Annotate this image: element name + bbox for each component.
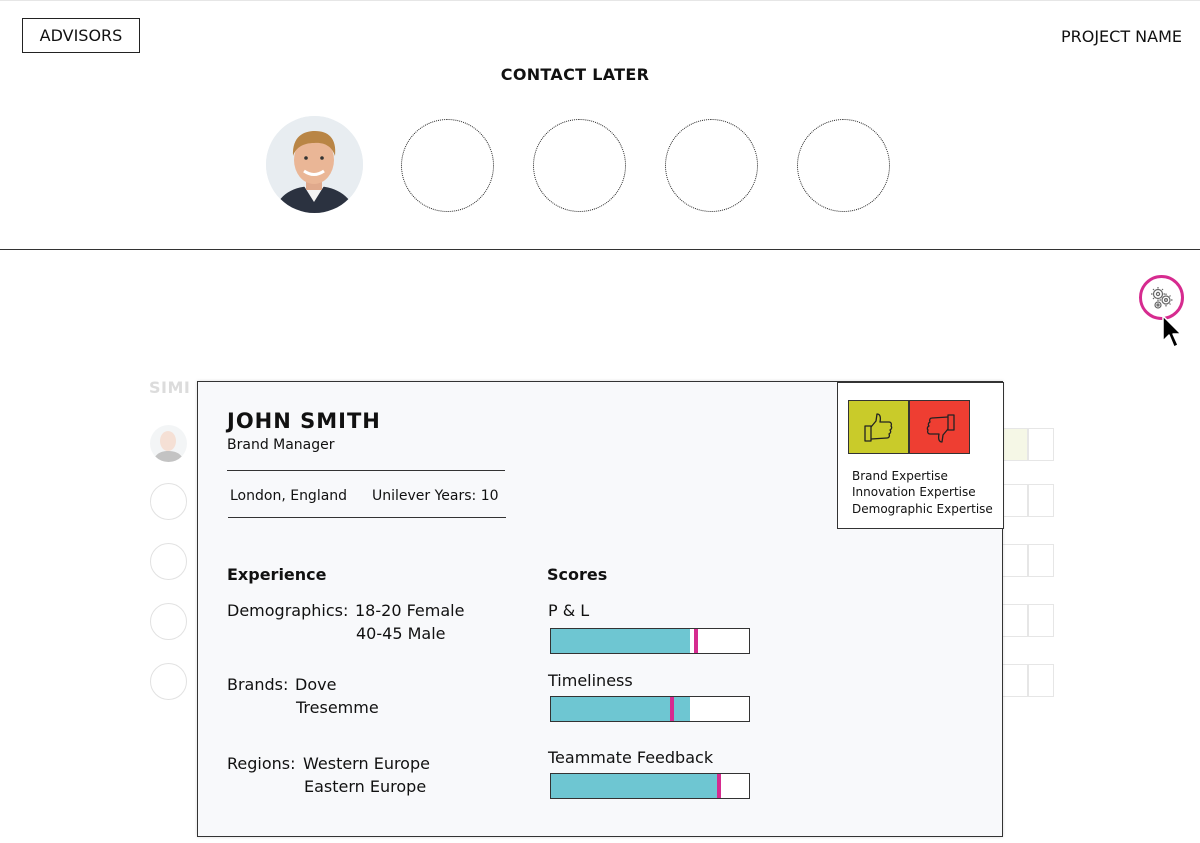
advisor-company-years: Unilever Years: 10	[372, 488, 499, 504]
background-list-cell	[1002, 428, 1028, 461]
background-list-cell	[1002, 544, 1028, 577]
empty-contact-slot[interactable]	[533, 119, 626, 212]
avatar-photo	[266, 116, 363, 213]
advisor-title: Brand Manager	[227, 437, 335, 453]
advisor-name: JOHN SMITH	[227, 409, 381, 433]
empty-contact-slot[interactable]	[797, 119, 890, 212]
score-label: P & L	[548, 601, 590, 620]
contact-later-heading: CONTACT LATER	[500, 65, 650, 84]
background-list-avatar	[150, 425, 187, 462]
score-bar-marker	[669, 697, 674, 721]
background-list-cell	[1002, 484, 1028, 517]
score-bar-fill	[551, 774, 720, 798]
regions-label: Regions:	[227, 754, 296, 773]
score-label: Teammate Feedback	[548, 748, 714, 767]
experience-heading: Experience	[227, 565, 327, 584]
expertise-item: Brand Expertise	[852, 469, 948, 483]
project-name: PROJECT NAME	[1060, 27, 1182, 46]
regions-value: Western Europe	[303, 754, 430, 773]
demographics-value: 40-45 Male	[356, 624, 446, 643]
vote-panel: Brand Expertise Innovation Expertise Dem…	[837, 382, 1004, 529]
demographics-label: Demographics:	[227, 601, 349, 620]
background-list-cell	[1028, 484, 1054, 517]
info-divider-bottom	[228, 517, 506, 518]
expertise-item: Demographic Expertise	[852, 502, 993, 516]
demographics-value: 18-20 Female	[355, 601, 465, 620]
brands-label: Brands:	[227, 675, 289, 694]
score-bar-fill	[551, 629, 690, 653]
score-bar-marker	[717, 774, 722, 798]
info-divider-top	[227, 470, 505, 471]
section-divider	[0, 249, 1200, 250]
score-bar	[550, 773, 750, 799]
score-label: Timeliness	[548, 671, 633, 690]
score-bar	[550, 696, 750, 722]
score-bar	[550, 628, 750, 654]
advisors-button[interactable]: ADVISORS	[22, 18, 140, 53]
regions-value: Eastern Europe	[304, 777, 427, 796]
scores-heading: Scores	[547, 565, 608, 584]
top-border	[0, 0, 1200, 1]
background-list-cell	[1002, 604, 1028, 637]
background-list-circle	[150, 543, 187, 580]
thumbs-down-button[interactable]	[909, 400, 970, 454]
thumbs-up-icon	[864, 413, 893, 442]
advisor-location: London, England	[230, 488, 348, 504]
background-list-cell	[1028, 664, 1054, 697]
empty-contact-slot[interactable]	[665, 119, 758, 212]
background-list-circle	[150, 663, 187, 700]
brands-value: Tresemme	[296, 698, 379, 717]
background-list-circle	[150, 483, 187, 520]
background-list-circle	[150, 603, 187, 640]
score-bar-marker	[693, 629, 698, 653]
empty-contact-slot[interactable]	[401, 119, 494, 212]
background-list-cell	[1028, 604, 1054, 637]
advisor-profile-card: JOHN SMITH Brand Manager London, England…	[197, 381, 1004, 837]
contact-later-avatar[interactable]	[266, 116, 363, 213]
background-list-cell	[1002, 664, 1028, 697]
mouse-pointer-icon	[1162, 315, 1182, 348]
background-list-heading: SIMI	[149, 378, 191, 397]
expertise-item: Innovation Expertise	[852, 485, 976, 499]
brands-value: Dove	[295, 675, 337, 694]
thumbs-down-icon	[926, 414, 955, 443]
thumbs-up-button[interactable]	[848, 400, 909, 454]
gears-icon	[1151, 287, 1173, 309]
background-list-cell	[1028, 428, 1054, 461]
background-list-cell	[1028, 544, 1054, 577]
